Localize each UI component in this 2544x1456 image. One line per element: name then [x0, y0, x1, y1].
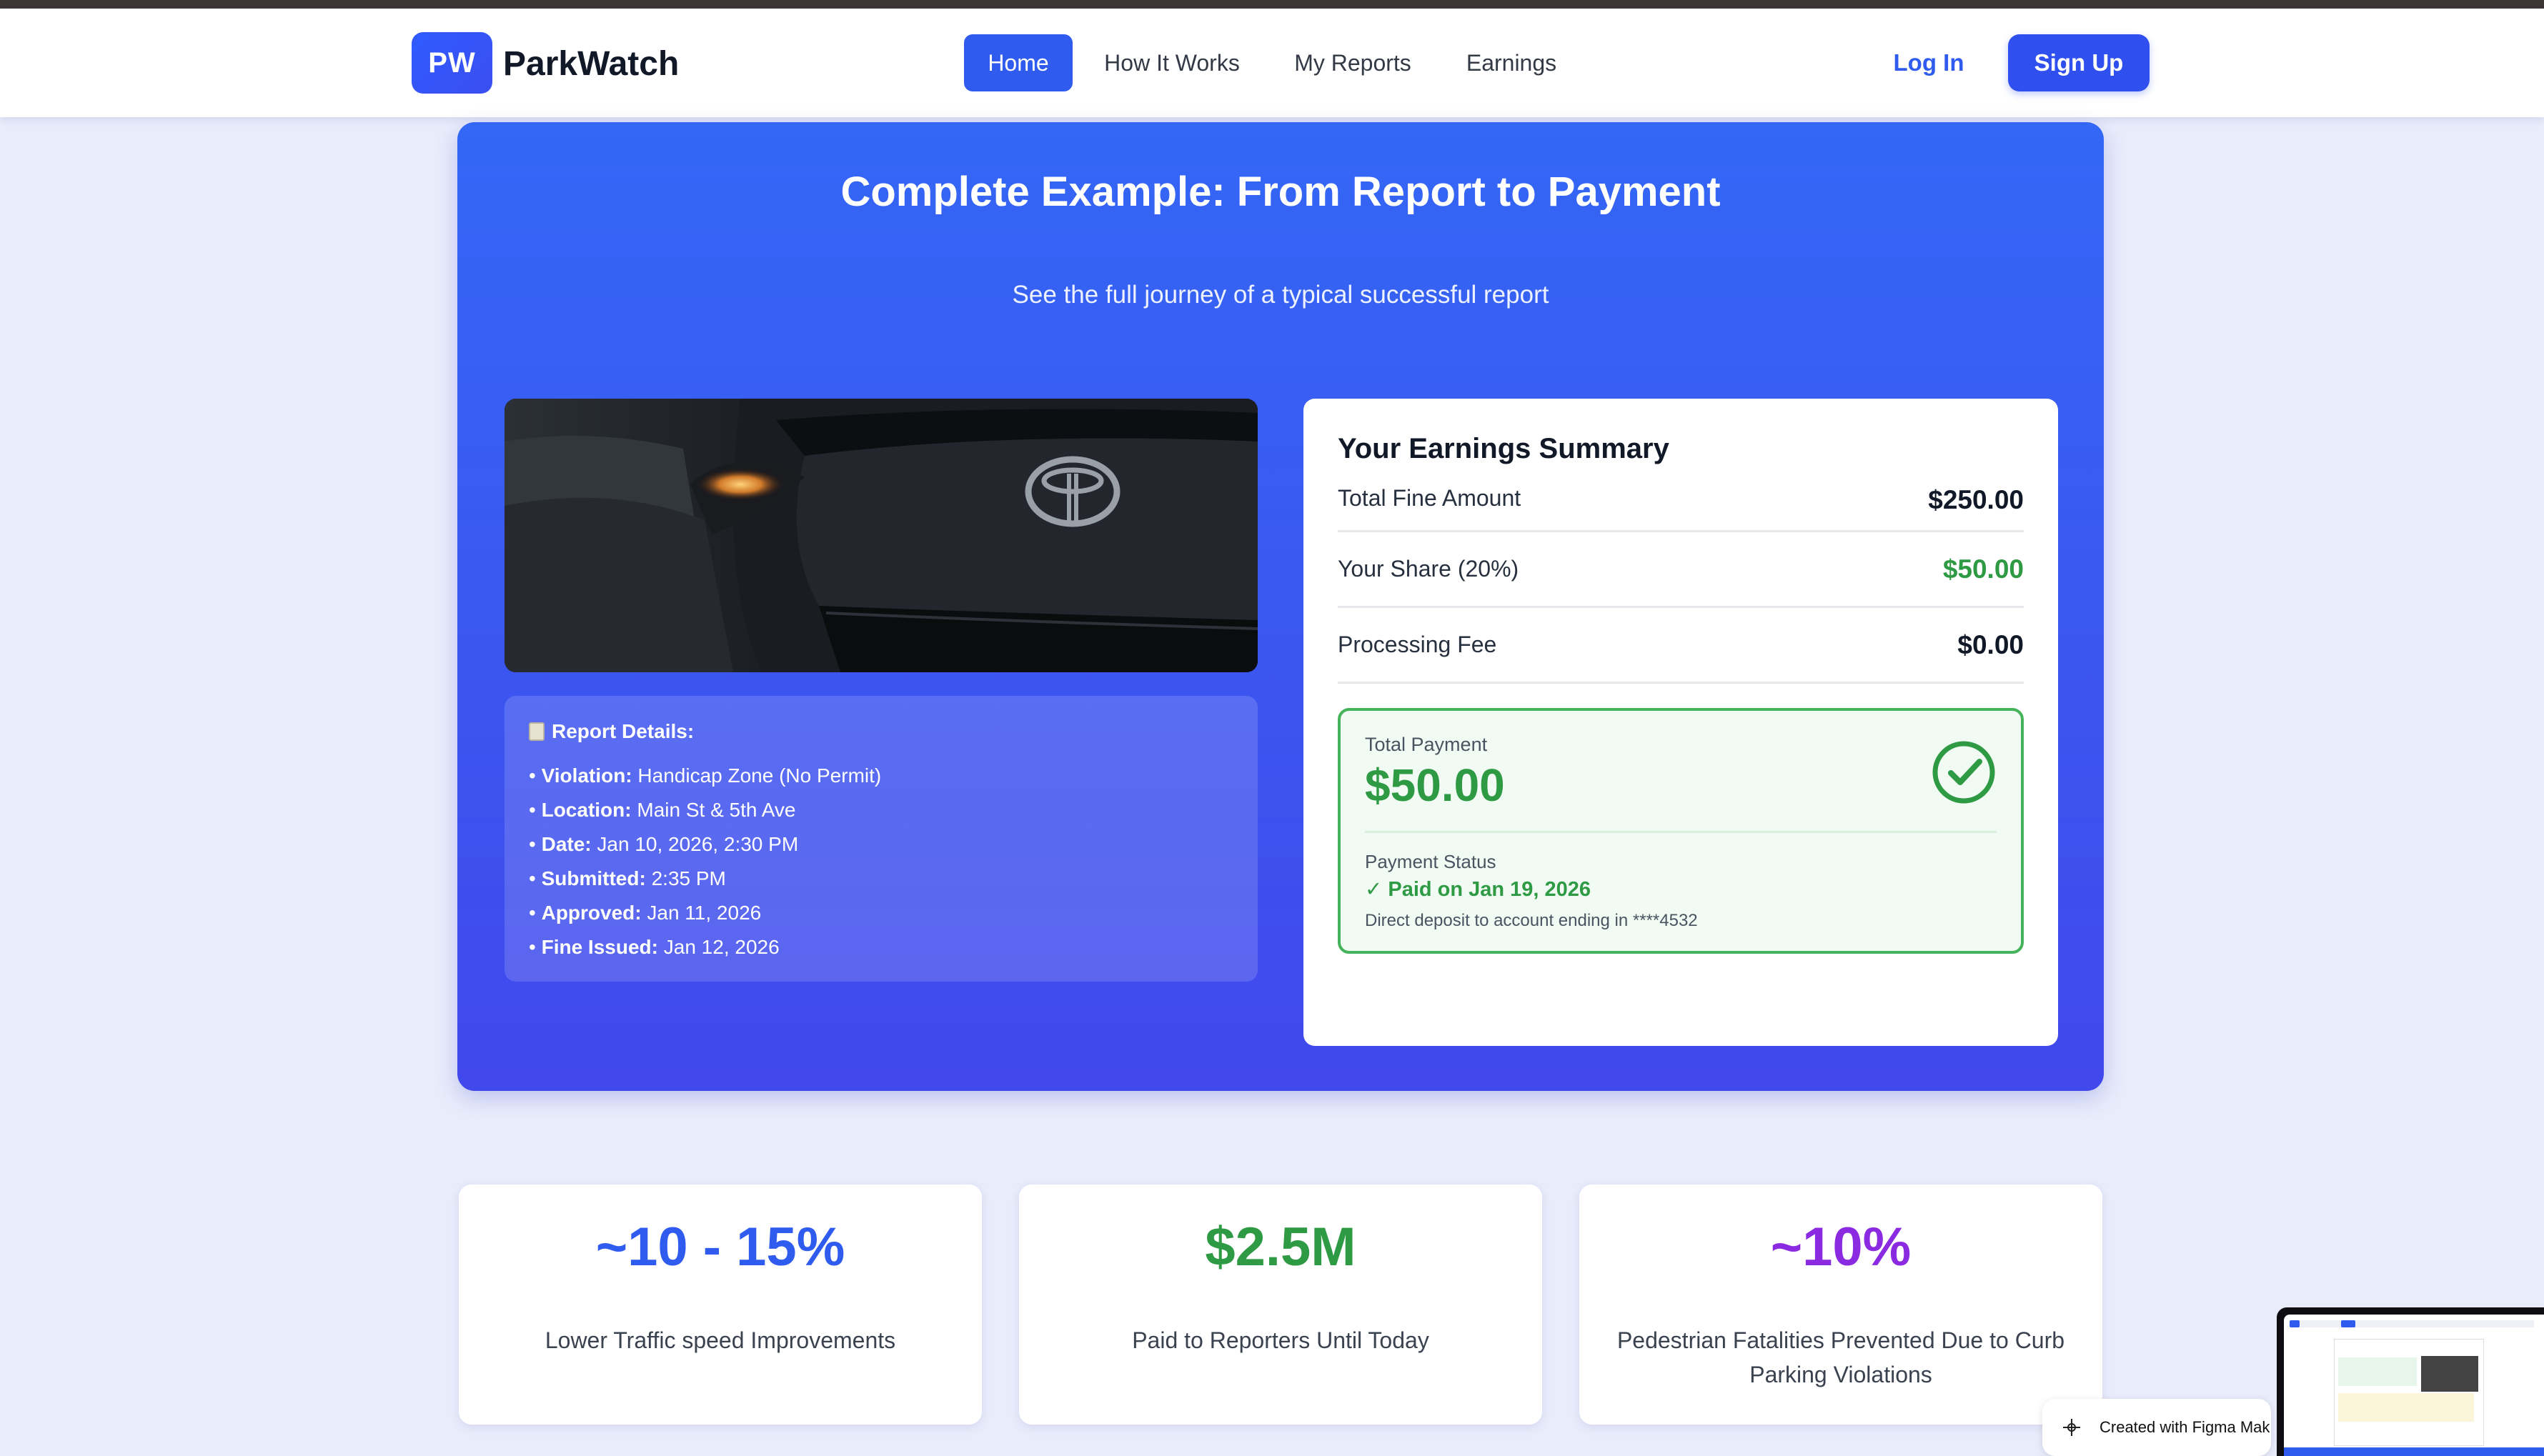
- stat-value: ~10 - 15%: [595, 1217, 845, 1277]
- detail-row-approved: • Approved: Jan 11, 2026: [529, 902, 762, 924]
- earnings-summary-title: Your Earnings Summary: [1338, 433, 1669, 464]
- report-details-title: Report Details:: [552, 720, 695, 742]
- figma-badge-text: Created with Figma Mak: [2100, 1418, 2270, 1436]
- stat-card-traffic: ~10 - 15% Lower Traffic speed Improvemen…: [459, 1185, 982, 1425]
- nav-home[interactable]: Home: [964, 34, 1073, 91]
- section-title: Complete Example: From Report to Payment: [840, 169, 1721, 215]
- nav-earnings[interactable]: Earnings: [1455, 34, 1568, 91]
- total-payment-label: Total Payment: [1365, 734, 1488, 755]
- detail-row-location: • Location: Main St & 5th Ave: [529, 799, 796, 821]
- signup-button[interactable]: Sign Up: [2008, 34, 2150, 91]
- stat-label: Pedestrian Fatalities Prevented Due to C…: [1616, 1327, 2065, 1387]
- stat-card-paid: $2.5M Paid to Reporters Until Today: [1019, 1185, 1542, 1425]
- deposit-note: Direct deposit to account ending in ****…: [1365, 911, 1698, 930]
- section-subtitle: See the full journey of a typical succes…: [1012, 281, 1549, 309]
- stat-label: Paid to Reporters Until Today: [1132, 1327, 1429, 1353]
- nav-my-reports[interactable]: My Reports: [1281, 34, 1425, 91]
- stat-value: ~10%: [1770, 1217, 1912, 1277]
- browser-top-strip: [0, 0, 2544, 9]
- nav-how-it-works[interactable]: How It Works: [1088, 34, 1256, 91]
- brand-name[interactable]: ParkWatch: [503, 44, 679, 84]
- total-payment-box: Total Payment $50.00 Payment Status ✓ Pa…: [1338, 708, 2024, 954]
- clipboard-icon: [529, 722, 545, 741]
- summary-row-total-fine: Total Fine Amount $250.00: [1338, 485, 2024, 532]
- payment-status-label: Payment Status: [1365, 851, 1496, 872]
- logo-icon[interactable]: PW: [412, 32, 492, 94]
- detail-row-submitted: • Submitted: 2:35 PM: [529, 867, 726, 889]
- login-link[interactable]: Log In: [1875, 34, 1982, 91]
- report-details-heading: Report Details:: [529, 720, 1233, 743]
- total-payment-amount: $50.00: [1365, 759, 1505, 811]
- payment-divider: [1365, 831, 1997, 833]
- check-circle-icon: [1932, 741, 1995, 804]
- summary-row-your-share: Your Share (20%) $50.00: [1338, 532, 2024, 608]
- figma-badge[interactable]: Created with Figma Mak: [2042, 1399, 2271, 1456]
- earnings-summary-card: Your Earnings Summary Total Fine Amount …: [1303, 399, 2058, 1046]
- stat-label: Lower Traffic speed Improvements: [545, 1327, 896, 1353]
- summary-row-processing-fee: Processing Fee $0.00: [1338, 608, 2024, 684]
- detail-row-violation: • Violation: Handicap Zone (No Permit): [529, 764, 882, 787]
- detail-row-fine-issued: • Fine Issued: Jan 12, 2026: [529, 936, 780, 958]
- example-section: Complete Example: From Report to Payment…: [457, 122, 2104, 1091]
- car-photo: [505, 399, 1258, 672]
- detail-row-date: • Date: Jan 10, 2026, 2:30 PM: [529, 833, 799, 855]
- page-thumbnail-preview[interactable]: [2277, 1307, 2544, 1456]
- stat-card-pedestrian: ~10% Pedestrian Fatalities Prevented Due…: [1579, 1185, 2102, 1425]
- stat-value: $2.5M: [1205, 1217, 1356, 1277]
- payment-status-value: ✓ Paid on Jan 19, 2026: [1365, 878, 1591, 901]
- report-details-card: Report Details: • Violation: Handicap Zo…: [505, 696, 1258, 982]
- navbar: PW ParkWatch Home How It Works My Report…: [0, 9, 2544, 117]
- car-rear-image: [505, 399, 1258, 672]
- figma-make-icon: [2063, 1419, 2080, 1436]
